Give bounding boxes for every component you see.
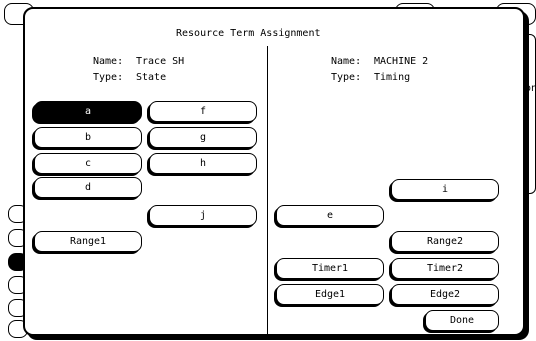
range2-button[interactable]: Range2	[391, 231, 499, 252]
right-type-value: Timing	[374, 72, 411, 83]
edge1-button[interactable]: Edge1	[276, 284, 384, 305]
timer1-button[interactable]: Timer1	[276, 258, 384, 279]
column-divider	[267, 46, 268, 335]
timer2-button[interactable]: Timer2	[391, 258, 499, 279]
right-type-label: Type:	[331, 72, 362, 83]
dialog-title: Resource Term Assignment	[176, 28, 321, 39]
term-j-button[interactable]: j	[149, 205, 257, 226]
term-b-button[interactable]: b	[34, 127, 142, 148]
term-f-button[interactable]: f	[149, 101, 257, 122]
term-h-button[interactable]: h	[149, 153, 257, 174]
left-type-value: State	[136, 72, 167, 83]
term-a-button[interactable]: a	[34, 101, 142, 122]
right-name-label: Name:	[331, 56, 362, 67]
edge2-button[interactable]: Edge2	[391, 284, 499, 305]
term-c-button[interactable]: c	[34, 153, 142, 174]
term-e-button[interactable]: e	[276, 205, 384, 226]
left-name-label: Name:	[93, 56, 124, 67]
left-name-value: Trace SH	[136, 56, 185, 67]
term-d-button[interactable]: d	[34, 177, 142, 198]
term-i-button[interactable]: i	[391, 179, 499, 200]
range1-button[interactable]: Range1	[34, 231, 142, 252]
right-name-value: MACHINE 2	[374, 56, 429, 67]
done-button[interactable]: Done	[425, 310, 499, 331]
left-type-label: Type:	[93, 72, 124, 83]
term-g-button[interactable]: g	[149, 127, 257, 148]
